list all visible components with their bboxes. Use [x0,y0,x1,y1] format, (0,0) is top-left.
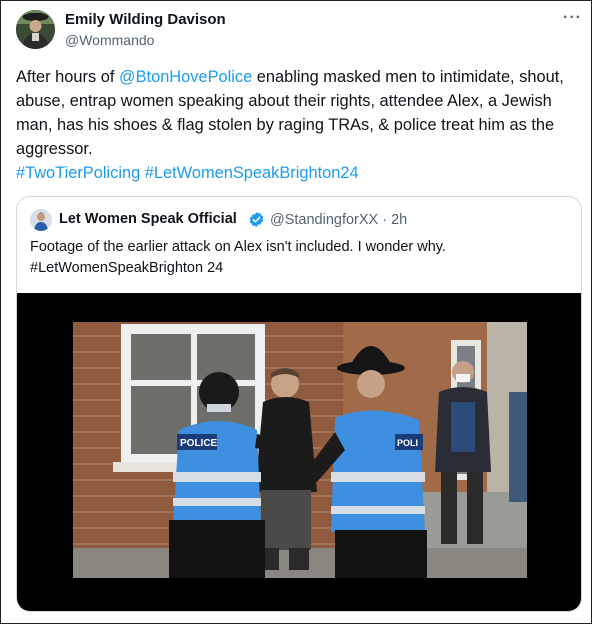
quoted-tweet-text: Footage of the earlier attack on Alex is… [30,237,570,279]
tweet-text: After hours of @BtonHovePolice enabling … [16,65,581,185]
tweet-card: Emily Wilding Davison @Wommando ··· Afte… [0,0,592,624]
quoted-avatar-image [30,209,52,231]
more-options-icon[interactable]: ··· [563,9,582,27]
quoted-hashtag[interactable]: #LetWomenSpeakBrighton 24 [30,258,570,279]
mention-link[interactable]: @BtonHovePolice [119,68,252,86]
quoted-text-line: Footage of the earlier attack on Alex is… [30,239,446,255]
author-handle[interactable]: @Wommando [65,32,154,48]
author-avatar-image [16,10,55,49]
verified-badge-icon [249,212,264,227]
video-frame: POLICE POLI [73,322,527,578]
quoted-author-name[interactable]: Let Women Speak Official [59,211,237,227]
tweet-text-part: After hours of [16,68,119,86]
hashtag-link[interactable]: #TwoTierPolicing [16,164,140,182]
quoted-tweet[interactable]: Let Women Speak Official @StandingforXX … [16,196,582,612]
quoted-author-avatar[interactable] [30,209,52,231]
vest-text-right: POLI [397,438,418,448]
author-avatar[interactable] [16,10,55,49]
video-player[interactable]: POLICE POLI [17,293,581,611]
vest-text-left: POLICE [180,438,218,449]
hashtag-link[interactable]: #LetWomenSpeakBrighton24 [145,164,359,182]
author-name[interactable]: Emily Wilding Davison [65,11,226,28]
quoted-author-handle[interactable]: @StandingforXX · 2h [270,212,407,228]
